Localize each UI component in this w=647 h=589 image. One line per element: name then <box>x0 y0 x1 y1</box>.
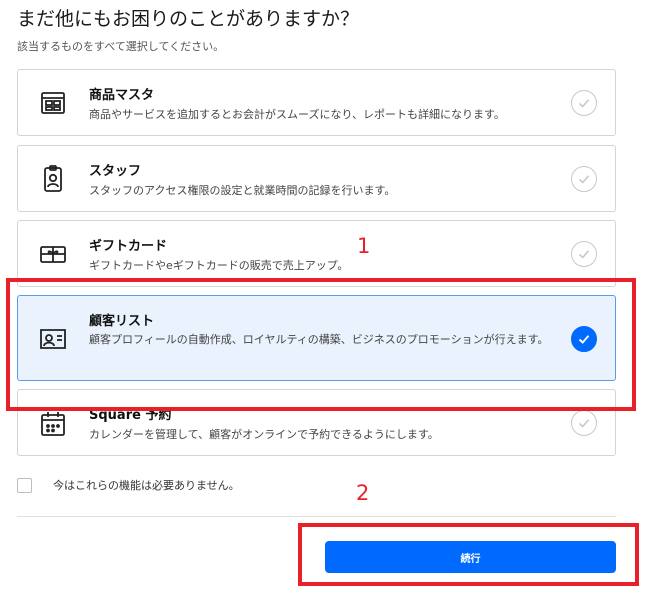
option-card-customer-directory[interactable]: 顧客リスト 顧客プロフィールの自動作成、ロイヤルティの構築、ビジネスのプロモーシ… <box>17 295 616 381</box>
option-card-staff[interactable]: スタッフ スタッフのアクセス権限の設定と就業時間の記録を行います。 <box>17 145 616 212</box>
option-description: カレンダーを管理して、顧客がオンラインで予約できるようにします。 <box>89 428 439 441</box>
divider <box>17 516 616 517</box>
annotation-marker-2: 2 <box>356 481 370 505</box>
continue-button[interactable]: 続行 <box>325 541 616 573</box>
calendar-icon <box>38 409 68 439</box>
option-title: ギフトカード <box>89 239 168 254</box>
option-description: ギフトカードやeギフトカードの販売で売上アップ。 <box>89 259 349 272</box>
option-title: スタッフ <box>89 164 142 179</box>
option-description: 商品やサービスを追加するとお会計がスムーズになり、レポートも詳細になります。 <box>89 108 505 121</box>
staff-badge-icon <box>38 164 68 194</box>
option-card-item-library[interactable]: 商品マスタ 商品やサービスを追加するとお会計がスムーズになり、レポートも詳細にな… <box>17 69 616 136</box>
option-description: 顧客プロフィールの自動作成、ロイヤルティの構築、ビジネスのプロモーションが行えま… <box>89 333 549 346</box>
check-circle-icon <box>571 166 597 192</box>
check-circle-icon <box>571 410 597 436</box>
check-circle-selected-icon <box>571 326 597 352</box>
item-library-icon <box>38 88 68 118</box>
option-title: 商品マスタ <box>89 88 155 103</box>
page-title: まだ他にもお困りのことがありますか？ <box>17 8 360 30</box>
option-description: スタッフのアクセス権限の設定と就業時間の記録を行います。 <box>89 184 396 197</box>
page-subtitle: 該当するものをすべて選択してください。 <box>17 40 225 53</box>
annotation-marker-1: 1 <box>357 234 371 258</box>
gift-card-icon <box>38 239 68 269</box>
option-title: 顧客リスト <box>89 314 155 329</box>
none-option-checkbox[interactable] <box>17 477 32 493</box>
option-card-gift-card[interactable]: ギフトカード ギフトカードやeギフトカードの販売で売上アップ。 <box>17 220 616 287</box>
check-circle-icon <box>571 241 597 267</box>
none-option-row[interactable]: 今はこれらの機能は必要ありません。 <box>17 476 240 494</box>
option-card-appointments[interactable]: Square 予約 カレンダーを管理して、顧客がオンラインで予約できるようにしま… <box>17 389 616 456</box>
option-title: Square 予約 <box>89 408 172 423</box>
check-circle-icon <box>571 90 597 116</box>
none-option-label: 今はこれらの機能は必要ありません。 <box>53 479 240 492</box>
customer-directory-icon <box>38 324 68 354</box>
